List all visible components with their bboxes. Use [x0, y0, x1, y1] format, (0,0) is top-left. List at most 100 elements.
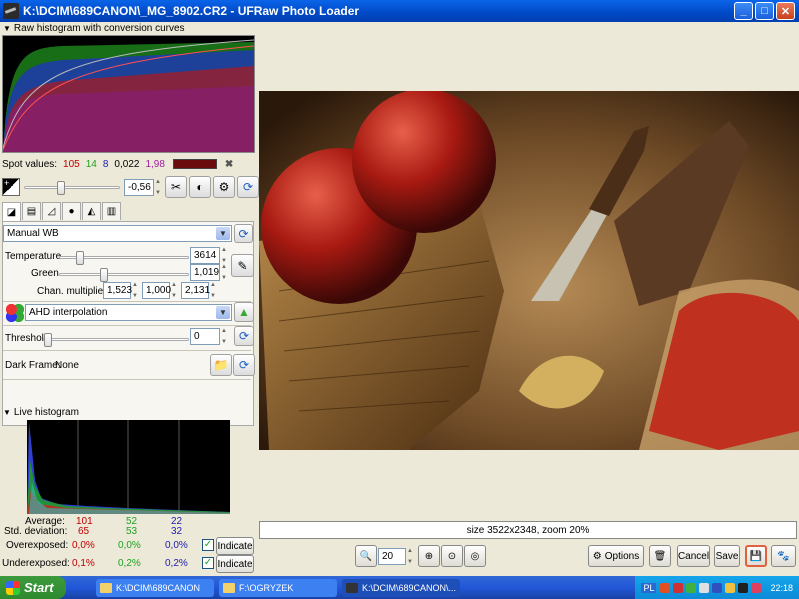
- save-button[interactable]: Save: [714, 545, 740, 567]
- reset-dark-frame-button[interactable]: ⟳: [233, 354, 255, 376]
- multiplier-g-input[interactable]: 1,000: [142, 282, 171, 299]
- maximize-button[interactable]: □: [755, 2, 774, 20]
- tray-icon[interactable]: [712, 582, 723, 593]
- green-label: Green: [31, 268, 59, 279]
- underexposed-indicate-button[interactable]: Indicate: [216, 555, 254, 573]
- taskbar-item-label: K:\DCIM\689CANON\...: [362, 582, 457, 593]
- green-slider-thumb[interactable]: [100, 268, 108, 282]
- temperature-input[interactable]: 3614: [190, 247, 220, 264]
- dark-frame-label: Dark Frame:: [5, 360, 61, 371]
- multiplier-g-spinner[interactable]: ▲ ▼: [171, 282, 179, 299]
- ufraw-app-icon: [3, 3, 19, 19]
- clear-spot-icon[interactable]: ✖: [225, 159, 233, 170]
- tab-grayscale[interactable]: ▤: [22, 202, 41, 220]
- wb-mode-select[interactable]: Manual WB ▼: [3, 225, 232, 242]
- spot-wb-picker-button[interactable]: ✎: [231, 254, 254, 277]
- load-dark-frame-button[interactable]: 📁: [210, 354, 232, 376]
- zoom-spinner[interactable]: ▲ ▼: [407, 548, 415, 565]
- options-button[interactable]: ⚙ Options: [588, 545, 644, 567]
- tray-icon[interactable]: [686, 582, 697, 593]
- options-icon: ⚙: [592, 550, 602, 562]
- underexposed-checkbox[interactable]: ✓: [202, 557, 214, 569]
- overexposed-indicate-button[interactable]: Indicate: [216, 537, 254, 555]
- threshold-input[interactable]: 0: [190, 328, 220, 345]
- chevron-down-icon: ▼: [216, 227, 230, 240]
- underexposed-b: 0,2%: [165, 558, 188, 569]
- collapse-triangle-icon: ▼: [3, 407, 11, 417]
- chevron-down-icon: ▼: [216, 306, 230, 319]
- restore-details-button[interactable]: ◐: [189, 176, 211, 198]
- zoom-fit-button[interactable]: ⊙: [441, 545, 463, 567]
- multiplier-b-input[interactable]: 2,131: [181, 282, 210, 299]
- window-title: K:\DCIM\689CANON\_MG_8902.CR2 - UFRaw Ph…: [23, 4, 360, 18]
- temperature-slider-thumb[interactable]: [76, 251, 84, 265]
- image-preview[interactable]: [259, 91, 799, 450]
- minimize-button[interactable]: _: [734, 2, 753, 20]
- live-histogram[interactable]: [27, 420, 230, 514]
- close-button[interactable]: ✕: [776, 2, 795, 20]
- reset-exposure-button[interactable]: ⟳: [237, 176, 259, 198]
- send-to-gimp-button[interactable]: 🐾: [771, 545, 796, 567]
- clip-highlights-button[interactable]: ✂: [165, 176, 187, 198]
- folder-icon: [223, 582, 235, 593]
- temperature-spinner[interactable]: ▲ ▼: [221, 247, 229, 264]
- tray-icon[interactable]: [738, 582, 749, 593]
- tray-icon[interactable]: [660, 582, 671, 593]
- live-histogram-header[interactable]: ▼ Live histogram: [0, 406, 79, 418]
- tray-icon[interactable]: [673, 582, 684, 593]
- zoom-input[interactable]: 20: [378, 548, 406, 565]
- spot-color-swatch: [172, 159, 217, 169]
- start-label: Start: [24, 580, 54, 595]
- taskbar: Start K:\DCIM\689CANON F:\OGRYZEK K:\DCI…: [0, 576, 799, 599]
- taskbar-item-folder-1[interactable]: K:\DCIM\689CANON: [96, 578, 214, 597]
- threshold-slider-thumb[interactable]: [44, 333, 52, 347]
- tray-icon[interactable]: [699, 582, 710, 593]
- exposure-slider-thumb[interactable]: [57, 180, 65, 195]
- interpolation-options-button[interactable]: ▲: [234, 302, 254, 322]
- exposure-spinner[interactable]: ▲ ▼: [155, 179, 163, 196]
- temperature-slider[interactable]: [59, 251, 189, 265]
- std-g: 53: [126, 526, 138, 537]
- std-deviation-label: Std. deviation:: [4, 526, 68, 537]
- divider: [3, 301, 251, 302]
- green-slider[interactable]: [59, 268, 189, 282]
- reset-wb-button[interactable]: ⟳: [234, 224, 253, 243]
- tab-corrections[interactable]: ◭: [82, 202, 101, 220]
- zoom-out-button[interactable]: 🔍: [355, 545, 377, 567]
- multiplier-r-spinner[interactable]: ▲ ▼: [132, 282, 140, 299]
- zoom-100-button[interactable]: ◎: [464, 545, 486, 567]
- clock[interactable]: 22:18: [770, 583, 793, 593]
- tab-base-curve[interactable]: ◿: [42, 202, 61, 220]
- auto-exposure-button[interactable]: ⚙: [213, 176, 235, 198]
- interpolation-select[interactable]: AHD interpolation ▼: [25, 304, 232, 321]
- zoom-in-button[interactable]: ⊕: [418, 545, 440, 567]
- green-input[interactable]: 1,019: [190, 264, 220, 281]
- cancel-button[interactable]: Cancel: [677, 545, 710, 567]
- start-button[interactable]: Start: [0, 576, 66, 599]
- taskbar-item-ufraw[interactable]: K:\DCIM\689CANON\...: [342, 578, 460, 597]
- spot-values-label: Spot values:: [2, 158, 58, 170]
- overexposed-checkbox[interactable]: ✓: [202, 539, 214, 551]
- tab-exif[interactable]: ▥: [102, 202, 121, 220]
- status-bar: size 3522x2348, zoom 20%: [259, 521, 797, 539]
- green-spinner[interactable]: ▲ ▼: [221, 264, 229, 281]
- threshold-slider[interactable]: [43, 333, 189, 347]
- exposure-slider[interactable]: [24, 180, 120, 195]
- std-r: 65: [78, 526, 90, 537]
- threshold-spinner[interactable]: ▲ ▼: [221, 328, 229, 345]
- language-indicator[interactable]: PL: [641, 582, 657, 593]
- tab-white-balance[interactable]: ◪: [2, 202, 21, 222]
- tab-color-management[interactable]: ●: [62, 202, 81, 220]
- multiplier-b-spinner[interactable]: ▲ ▼: [210, 282, 218, 299]
- delete-button[interactable]: 🗑: [649, 545, 671, 567]
- exposure-input[interactable]: -0,56: [124, 178, 154, 196]
- multiplier-r-input[interactable]: 1,523: [103, 282, 132, 299]
- raw-histogram-header[interactable]: ▼ Raw histogram with conversion curves: [0, 22, 256, 34]
- taskbar-item-folder-2[interactable]: F:\OGRYZEK: [219, 578, 337, 597]
- spot-b-value: 8: [102, 158, 109, 170]
- reset-threshold-button[interactable]: ⟳: [234, 326, 254, 346]
- save-as-button[interactable]: 💾: [745, 545, 767, 567]
- tray-icon[interactable]: [751, 582, 762, 593]
- raw-histogram[interactable]: [2, 35, 255, 153]
- tray-icon[interactable]: [725, 582, 736, 593]
